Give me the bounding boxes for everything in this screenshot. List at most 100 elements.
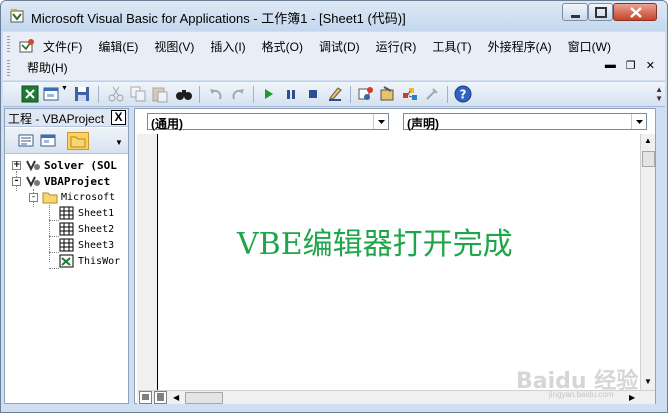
procedure-view-icon[interactable]: [139, 391, 152, 404]
code-editor[interactable]: VBE编辑器打开完成: [137, 134, 640, 390]
collapse-toggle[interactable]: -: [29, 192, 38, 202]
insert-userform-icon[interactable]: [43, 85, 61, 103]
project-explorer-icon[interactable]: [357, 85, 375, 103]
sheet-icon: [59, 206, 74, 220]
break-icon[interactable]: [282, 85, 300, 103]
close-button[interactable]: [613, 3, 657, 21]
reset-icon[interactable]: [304, 85, 322, 103]
tree-item-solver[interactable]: + Solver (SOL: [12, 157, 117, 173]
mdi-close-icon[interactable]: ✕: [646, 59, 655, 72]
dropdown-arrow-icon[interactable]: ▼: [61, 85, 69, 103]
menu-format[interactable]: 格式(O): [262, 38, 303, 55]
vba-project-icon: [26, 176, 40, 188]
tree-item-vbaproject[interactable]: - VBAProject: [12, 173, 110, 189]
run-icon[interactable]: [260, 85, 278, 103]
tree-item-label: Sheet3: [78, 239, 115, 251]
menu-help[interactable]: 帮助(H): [27, 59, 68, 76]
properties-window-icon[interactable]: [379, 85, 397, 103]
menu-addins[interactable]: 外接程序(A): [488, 38, 552, 55]
paste-icon[interactable]: [151, 85, 169, 103]
vertical-scrollbar[interactable]: ▲ ▼: [640, 134, 655, 390]
vbe-window: Microsoft Visual Basic for Applications …: [0, 0, 668, 413]
expand-toggle[interactable]: +: [12, 160, 21, 170]
tree-line: [49, 236, 59, 237]
copy-icon[interactable]: [129, 85, 147, 103]
toolbar-overflow-icon[interactable]: ▼: [115, 138, 125, 156]
redo-icon[interactable]: [229, 85, 247, 103]
undo-icon[interactable]: [207, 85, 225, 103]
tree-line: [49, 220, 59, 221]
tree-item-sheet1[interactable]: Sheet1: [59, 205, 114, 221]
combo-dropdown-icon[interactable]: [373, 114, 388, 129]
collapse-toggle[interactable]: -: [12, 176, 21, 186]
scroll-left-icon[interactable]: ◀: [173, 393, 179, 402]
menu-insert[interactable]: 插入(I): [210, 38, 245, 55]
menu-window[interactable]: 窗口(W): [568, 38, 611, 55]
vertical-scroll-thumb[interactable]: [642, 151, 655, 167]
scroll-up-icon[interactable]: ▲: [644, 136, 652, 145]
margin-indicator-bar[interactable]: [137, 134, 158, 390]
view-object-icon[interactable]: [39, 132, 57, 150]
tree-item-thisworkbook[interactable]: ThisWor: [59, 253, 120, 269]
toolbar-separator: [98, 86, 99, 103]
maximize-button[interactable]: [588, 3, 613, 21]
standard-toolbar: ▼ ? ▲ ▼: [3, 81, 665, 107]
minimize-button[interactable]: [562, 3, 588, 21]
cut-icon[interactable]: [107, 85, 125, 103]
object-browser-icon[interactable]: [401, 85, 419, 103]
tree-item-sheet3[interactable]: Sheet3: [59, 237, 114, 253]
tree-item-label: VBAProject: [44, 174, 111, 188]
project-explorer: 工程 - VBAProject X ▼ + Solver (SOL - VBAP…: [4, 108, 129, 404]
tree-item-label: ThisWor: [78, 255, 121, 267]
mdi-minimize-icon[interactable]: ▬: [605, 59, 616, 72]
project-explorer-close-button[interactable]: X: [111, 110, 126, 125]
view-excel-icon[interactable]: [21, 85, 39, 103]
baidu-watermark-url: jingyan.baidu.com: [549, 390, 614, 399]
code-window-icon[interactable]: [19, 38, 35, 54]
mdi-restore-icon[interactable]: ❐: [626, 59, 636, 72]
horizontal-scroll-thumb[interactable]: [185, 392, 223, 404]
menu-run[interactable]: 运行(R): [376, 38, 417, 55]
project-explorer-toolbar: ▼: [5, 128, 128, 154]
menu-debug[interactable]: 调试(D): [319, 38, 360, 55]
tree-item-sheet2[interactable]: Sheet2: [59, 221, 114, 237]
tree-item-microsoft-excel-objects[interactable]: - Microsoft: [29, 189, 115, 205]
project-tree: + Solver (SOL - VBAProject - Microsoft S…: [5, 155, 128, 403]
full-module-view-icon[interactable]: [154, 391, 167, 404]
menu-row: 文件(F) 编辑(E) 视图(V) 插入(I) 格式(O) 调试(D) 运行(R…: [19, 36, 627, 56]
menu-file[interactable]: 文件(F): [43, 38, 82, 55]
toolbar-separator: [350, 86, 351, 103]
procedure-combo[interactable]: (声明): [403, 113, 647, 131]
scroll-down-icon[interactable]: ▼: [644, 377, 652, 386]
menu-grip-2[interactable]: [7, 60, 10, 78]
menu-edit[interactable]: 编辑(E): [98, 38, 138, 55]
object-combo[interactable]: (通用): [147, 113, 389, 131]
menu-tools[interactable]: 工具(T): [432, 38, 471, 55]
toolbar-separator: [199, 86, 200, 103]
window-title: Microsoft Visual Basic for Applications …: [31, 11, 406, 26]
design-mode-icon[interactable]: [326, 85, 344, 103]
folder-icon: [42, 192, 58, 204]
combo-dropdown-icon[interactable]: [631, 114, 646, 129]
vba-project-icon: [26, 160, 40, 172]
project-explorer-header[interactable]: 工程 - VBAProject X: [5, 109, 128, 127]
find-icon[interactable]: [175, 85, 193, 103]
tree-item-label: Sheet1: [78, 207, 115, 219]
tree-line: [49, 252, 59, 253]
menu-grip[interactable]: [7, 36, 10, 54]
title-bar[interactable]: Microsoft Visual Basic for Applications …: [1, 1, 667, 31]
sheet-icon: [59, 238, 74, 252]
menu-view[interactable]: 视图(V): [154, 38, 194, 55]
code-window: (通用) (声明) VBE编辑器打开完成 ▲ ▼ ◀ ▶: [134, 108, 656, 404]
toolbox-icon[interactable]: [423, 85, 441, 103]
toolbar-separator: [447, 86, 448, 103]
toolbar-options-icon[interactable]: ▲ ▼: [655, 85, 663, 103]
help-icon[interactable]: ?: [454, 85, 472, 103]
toggle-folders-icon[interactable]: [67, 132, 89, 150]
toolbar-separator: [253, 86, 254, 103]
tree-item-label: Sheet2: [78, 223, 115, 235]
save-icon[interactable]: [73, 85, 91, 103]
view-code-icon[interactable]: [17, 132, 35, 150]
tree-line: [49, 205, 50, 262]
tree-item-label: Microsoft: [61, 191, 116, 203]
